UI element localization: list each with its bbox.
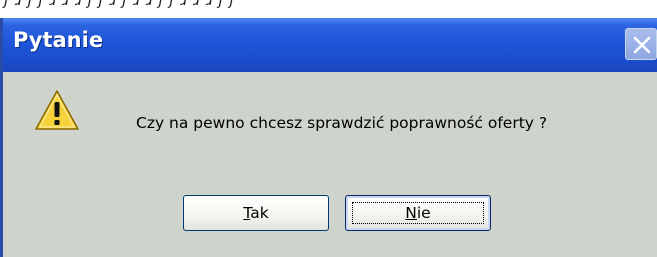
dialog-body [3, 72, 657, 257]
no-label: ie [416, 204, 431, 222]
no-button[interactable]: Nie [345, 195, 491, 231]
dialog-titlebar[interactable]: Pytanie [3, 18, 657, 72]
dialog-title: Pytanie [13, 28, 104, 52]
yes-label: ak [250, 204, 269, 222]
dialog-message: Czy na pewno chcesz sprawdzić poprawność… [136, 114, 548, 132]
yes-button[interactable]: Tak [183, 195, 329, 231]
background-text-fragment: ʃ ɹ ʃ ʃ ɹ ɹ ɹ ʃ ʃ ɹ ʃ ɹ ɹ ʃ ʃ ɹ ɹ ɹ ʃ ʃ [0, 0, 657, 18]
no-mnemonic: N [405, 204, 417, 222]
close-icon [633, 36, 651, 54]
warning-icon [35, 90, 79, 130]
close-button[interactable] [625, 28, 657, 60]
